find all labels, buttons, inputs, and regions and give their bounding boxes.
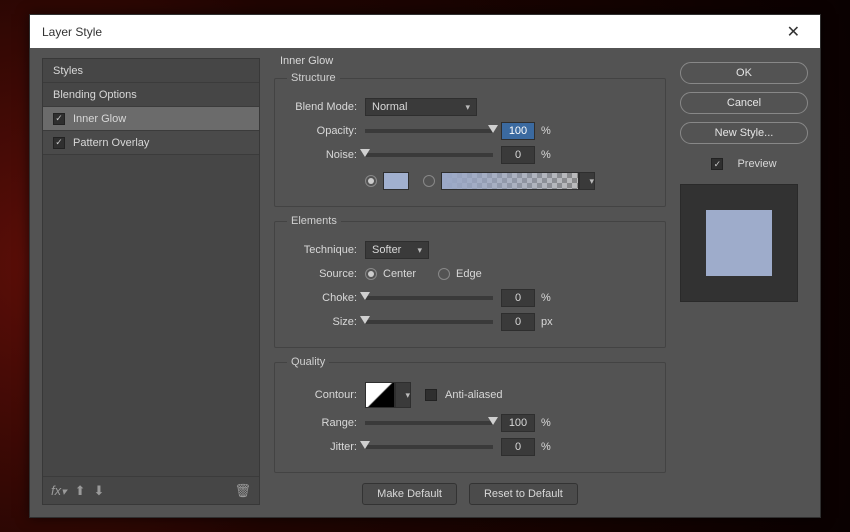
color-radio[interactable]: [365, 175, 377, 187]
layer-style-dialog: Layer Style ✕ Styles Blending Options In…: [29, 14, 821, 518]
titlebar: Layer Style ✕: [30, 15, 820, 48]
chevron-down-icon: ▾: [589, 176, 594, 187]
opacity-slider[interactable]: [365, 129, 493, 133]
source-edge-radio[interactable]: [438, 268, 450, 280]
size-input[interactable]: 0: [501, 313, 535, 331]
make-default-button[interactable]: Make Default: [362, 483, 457, 505]
fx-icon[interactable]: fx▾: [51, 483, 67, 498]
preview-swatch: [706, 210, 772, 276]
noise-input[interactable]: 0: [501, 146, 535, 164]
technique-label: Technique:: [287, 244, 365, 256]
source-center-label: Center: [383, 268, 416, 280]
range-slider[interactable]: [365, 421, 493, 425]
technique-select[interactable]: Softer ▾: [365, 241, 429, 259]
settings-panel: Inner Glow Structure Blend Mode: Normal …: [274, 58, 666, 505]
styles-header-label: Styles: [53, 65, 83, 77]
elements-group: Elements Technique: Softer ▾ Source: Cen…: [274, 215, 666, 348]
panel-title: Inner Glow: [280, 55, 333, 67]
blending-options-label: Blending Options: [53, 89, 137, 101]
range-label: Range:: [287, 417, 365, 429]
color-swatch[interactable]: [383, 172, 409, 190]
reset-default-button[interactable]: Reset to Default: [469, 483, 578, 505]
jitter-input[interactable]: 0: [501, 438, 535, 456]
blend-mode-value: Normal: [372, 101, 407, 113]
structure-legend: Structure: [287, 72, 340, 84]
new-style-button[interactable]: New Style...: [680, 122, 808, 144]
chevron-down-icon: ▾: [417, 245, 422, 256]
size-unit: px: [535, 316, 555, 328]
elements-legend: Elements: [287, 215, 341, 227]
blend-mode-label: Blend Mode:: [287, 101, 365, 113]
gradient-dropdown[interactable]: ▾: [579, 172, 595, 190]
anti-aliased-checkbox[interactable]: [425, 389, 437, 401]
jitter-label: Jitter:: [287, 441, 365, 453]
pattern-overlay-label: Pattern Overlay: [73, 137, 149, 149]
range-input[interactable]: 100: [501, 414, 535, 432]
anti-aliased-label: Anti-aliased: [445, 389, 502, 401]
size-slider[interactable]: [365, 320, 493, 324]
styles-header[interactable]: Styles: [43, 59, 259, 83]
choke-unit: %: [535, 292, 555, 304]
trash-icon[interactable]: 🗑: [234, 483, 251, 499]
choke-input[interactable]: 0: [501, 289, 535, 307]
gradient-swatch[interactable]: [441, 172, 579, 190]
pattern-overlay-checkbox[interactable]: [53, 137, 65, 149]
close-icon[interactable]: ✕: [779, 18, 808, 46]
styles-footer: fx▾ ⬆ ⬇ 🗑: [43, 476, 259, 504]
cancel-button[interactable]: Cancel: [680, 92, 808, 114]
structure-group: Structure Blend Mode: Normal ▾ Opacity: …: [274, 72, 666, 207]
style-item-pattern-overlay[interactable]: Pattern Overlay: [43, 131, 259, 155]
contour-picker[interactable]: [365, 382, 395, 408]
preview-box: [680, 184, 798, 302]
source-center-radio[interactable]: [365, 268, 377, 280]
styles-panel: Styles Blending Options Inner Glow Patte…: [42, 58, 260, 505]
dialog-content: Styles Blending Options Inner Glow Patte…: [30, 48, 820, 517]
chevron-down-icon: ▾: [465, 102, 470, 113]
right-column: OK Cancel New Style... Preview: [680, 58, 808, 505]
opacity-unit: %: [535, 125, 555, 137]
opacity-input[interactable]: 100: [501, 122, 535, 140]
preview-checkbox[interactable]: [711, 158, 723, 170]
default-buttons: Make Default Reset to Default: [274, 483, 666, 505]
quality-group: Quality Contour: ▾ Anti-aliased Range: 1…: [274, 356, 666, 473]
size-label: Size:: [287, 316, 365, 328]
ok-button[interactable]: OK: [680, 62, 808, 84]
choke-slider[interactable]: [365, 296, 493, 300]
gradient-radio[interactable]: [423, 175, 435, 187]
inner-glow-checkbox[interactable]: [53, 113, 65, 125]
noise-label: Noise:: [287, 149, 365, 161]
down-arrow-icon[interactable]: ⬇: [93, 483, 104, 499]
technique-value: Softer: [372, 244, 401, 256]
dialog-title: Layer Style: [42, 25, 102, 39]
blending-options-item[interactable]: Blending Options: [43, 83, 259, 107]
style-item-inner-glow[interactable]: Inner Glow: [43, 107, 259, 131]
opacity-label: Opacity:: [287, 125, 365, 137]
blend-mode-select[interactable]: Normal ▾: [365, 98, 477, 116]
chevron-down-icon: ▾: [405, 390, 410, 401]
contour-dropdown[interactable]: ▾: [395, 382, 411, 408]
inner-glow-label: Inner Glow: [73, 113, 126, 125]
source-label: Source:: [287, 268, 365, 280]
quality-legend: Quality: [287, 356, 329, 368]
choke-label: Choke:: [287, 292, 365, 304]
jitter-slider[interactable]: [365, 445, 493, 449]
source-edge-label: Edge: [456, 268, 482, 280]
up-arrow-icon[interactable]: ⬆: [75, 483, 86, 499]
preview-label: Preview: [737, 158, 776, 170]
contour-label: Contour:: [287, 389, 365, 401]
range-unit: %: [535, 417, 555, 429]
jitter-unit: %: [535, 441, 555, 453]
noise-unit: %: [535, 149, 555, 161]
noise-slider[interactable]: [365, 153, 493, 157]
